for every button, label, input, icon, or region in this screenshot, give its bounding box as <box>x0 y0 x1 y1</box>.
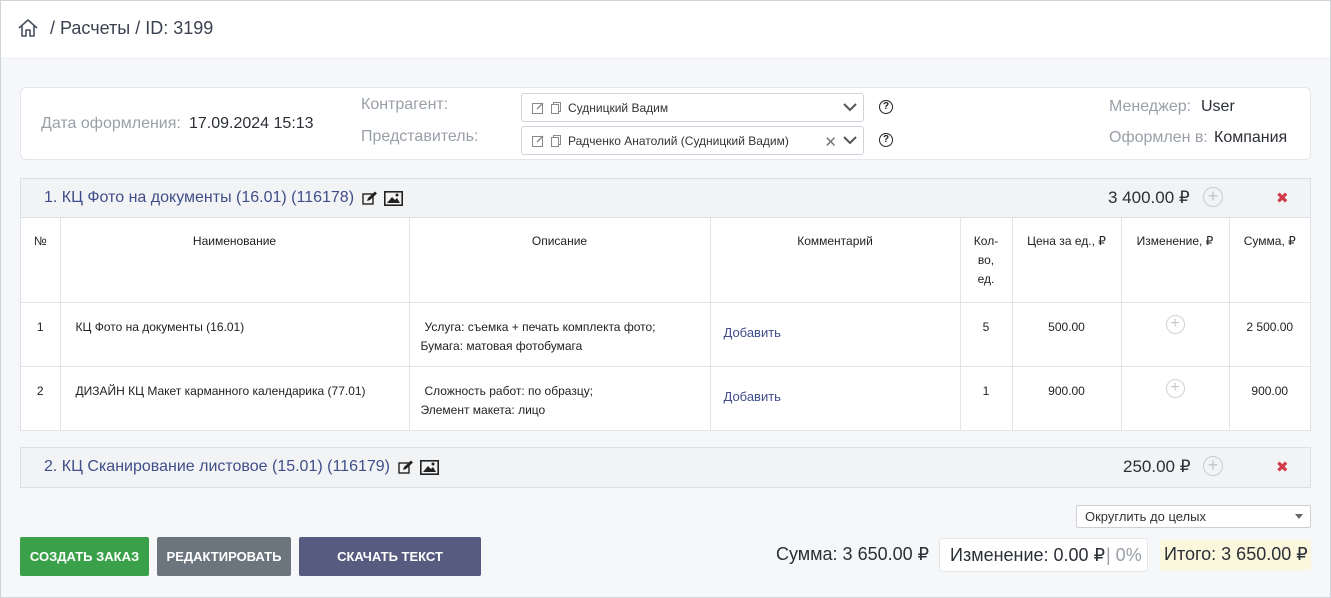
column-header: № <box>21 218 61 303</box>
column-header: Сумма, ₽ <box>1229 218 1310 303</box>
calc-block-title-text[interactable]: 2. КЦ Сканирование листовое (15.01) (116… <box>44 458 390 476</box>
row-description-line: Услуга: съемка + печать комплекта фото; <box>424 319 656 334</box>
create-order-button[interactable]: СОЗДАТЬ ЗАКАЗ <box>20 537 149 576</box>
calc-block-header: 1. КЦ Фото на документы (16.01) (116178)… <box>21 179 1310 218</box>
edit-button[interactable]: РЕДАКТИРОВАТЬ <box>157 537 291 576</box>
help-icon[interactable]: ? <box>879 133 893 147</box>
table-header-row: № Наименование Описание Комментарий Кол-… <box>21 218 1310 303</box>
home-icon[interactable] <box>17 18 45 38</box>
row-name: ДИЗАЙН КЦ Макет карманного календарика (… <box>60 366 410 431</box>
date-value: 17.09.2024 15:13 <box>189 115 314 132</box>
counterparty-value: Судницкий Вадим <box>568 100 669 115</box>
manager-label: Менеджер: <box>1109 98 1192 115</box>
top-bar: / Расчеты / ID: 3199 <box>1 1 1330 59</box>
row-number: 2 <box>21 366 61 431</box>
edit-icon[interactable] <box>531 101 545 115</box>
manager-value: User <box>1201 98 1235 115</box>
items-table: № Наименование Описание Комментарий Кол-… <box>21 218 1310 431</box>
download-text-button[interactable]: СКАЧАТЬ ТЕКСТ <box>299 537 481 576</box>
sum-total: Сумма: 3 650.00 ₽ <box>776 544 930 564</box>
row-number: 1 <box>21 302 61 367</box>
edit-icon[interactable] <box>398 460 414 475</box>
delete-icon[interactable]: ✖ <box>1276 458 1289 476</box>
calc-block-1: 1. КЦ Фото на документы (16.01) (116178)… <box>20 178 1311 431</box>
calc-block-title-text[interactable]: 1. КЦ Фото на документы (16.01) (116178) <box>44 189 354 207</box>
representative-select[interactable]: Радченко Анатолий (Судницкий Вадим) ✕ <box>521 126 864 155</box>
row-price: 900.00 <box>1012 366 1122 431</box>
add-comment-link[interactable]: Добавить <box>724 325 781 340</box>
add-change-icon[interactable]: + <box>1165 378 1185 398</box>
clear-icon[interactable]: ✕ <box>824 133 837 151</box>
chevron-down-icon[interactable] <box>842 99 858 118</box>
add-change-icon[interactable]: + <box>1165 314 1185 334</box>
counterparty-label: Контрагент: <box>361 96 449 113</box>
row-description: Сложность работ: по образцу; Элемент мак… <box>409 366 711 431</box>
rounding-select-value: Округлить до целых <box>1085 509 1206 524</box>
representative-value: Радченко Анатолий (Судницкий Вадим) <box>568 133 789 148</box>
column-header: Изменение, ₽ <box>1121 218 1230 303</box>
caret-down-icon <box>1295 514 1303 519</box>
row-sum: 900.00 <box>1229 366 1310 431</box>
row-sum: 2 500.00 <box>1229 302 1310 367</box>
counterparty-select[interactable]: Судницкий Вадим <box>521 93 864 122</box>
calc-block-total: 250.00 ₽ <box>1123 457 1191 476</box>
table-row: 2 ДИЗАЙН КЦ Макет карманного календарика… <box>21 366 1310 431</box>
row-qty: 5 <box>960 302 1013 367</box>
grand-total: Итого: 3 650.00 ₽ <box>1164 544 1308 564</box>
row-description-line: Сложность работ: по образцу; <box>424 383 594 398</box>
issued-value: Компания <box>1214 129 1288 146</box>
edit-icon[interactable] <box>362 191 378 206</box>
row-description: Услуга: съемка + печать комплекта фото; … <box>409 302 711 367</box>
date-label: Дата оформления: <box>41 115 181 132</box>
breadcrumb-id: ID: 3199 <box>145 17 214 38</box>
edit-icon[interactable] <box>531 134 545 148</box>
calc-block-total: 3 400.00 ₽ <box>1108 188 1190 207</box>
calc-block-title: 1. КЦ Фото на документы (16.01) (116178) <box>44 189 404 207</box>
calc-block-header: 2. КЦ Сканирование листовое (15.01) (116… <box>21 448 1310 487</box>
breadcrumb-section[interactable]: Расчеты <box>60 18 130 39</box>
calc-block-title: 2. КЦ Сканирование листовое (15.01) (116… <box>44 458 439 476</box>
copy-icon[interactable] <box>550 101 562 115</box>
image-icon[interactable] <box>419 459 439 475</box>
info-card: Дата оформления: 17.09.2024 15:13 Контра… <box>20 87 1311 160</box>
row-price: 500.00 <box>1012 302 1122 367</box>
add-circle-icon[interactable]: + <box>1203 456 1223 476</box>
grand-total-box: Итого: 3 650.00 ₽ <box>1160 540 1311 570</box>
change-percent: | 0% <box>1106 545 1142 565</box>
row-description-line: Элемент макета: лицо <box>420 402 546 417</box>
add-comment-link[interactable]: Добавить <box>724 389 781 404</box>
row-qty: 1 <box>960 366 1013 431</box>
change-box: Изменение: 0.00 ₽ | 0% <box>939 538 1148 572</box>
add-circle-icon[interactable]: + <box>1203 187 1223 207</box>
rounding-select[interactable]: Округлить до целых <box>1076 505 1311 528</box>
column-header: Цена за ед., ₽ <box>1012 218 1122 303</box>
calc-block-2: 2. КЦ Сканирование листовое (15.01) (116… <box>20 447 1311 488</box>
help-icon[interactable]: ? <box>879 100 893 114</box>
column-header: Комментарий <box>710 218 961 303</box>
chevron-down-icon[interactable] <box>842 132 858 151</box>
column-header: Кол-во, ед. <box>960 218 1013 303</box>
row-name: КЦ Фото на документы (16.01) <box>60 302 410 367</box>
breadcrumb-separator: / <box>50 17 56 38</box>
change-total: Изменение: 0.00 ₽ <box>950 545 1106 565</box>
breadcrumb-separator: / <box>135 17 141 38</box>
copy-icon[interactable] <box>550 134 562 148</box>
image-icon[interactable] <box>384 190 404 206</box>
column-header: Наименование <box>60 218 410 303</box>
table-row: 1 КЦ Фото на документы (16.01) Услуга: с… <box>21 302 1310 367</box>
column-header: Описание <box>409 218 711 303</box>
delete-icon[interactable]: ✖ <box>1276 189 1289 207</box>
row-description-line: Бумага: матовая фотобумага <box>420 338 583 353</box>
issued-label: Оформлен в: <box>1109 129 1208 146</box>
breadcrumb: / Расчеты / ID: 3199 <box>17 15 213 41</box>
representative-label: Представитель: <box>361 128 479 145</box>
